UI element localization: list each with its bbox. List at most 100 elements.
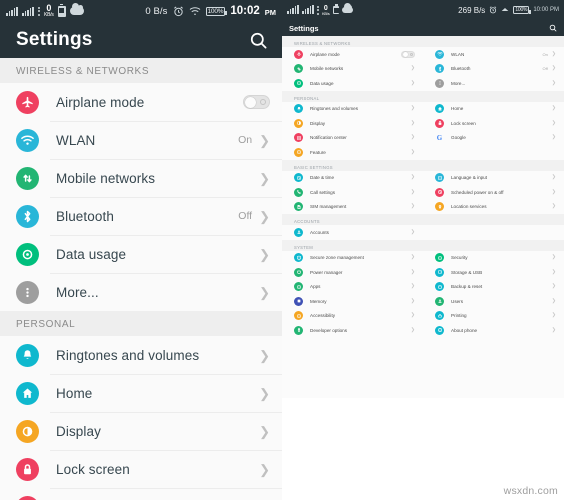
settings-row[interactable]: Printing ❯: [423, 308, 564, 323]
settings-row[interactable]: Bluetooth Off ❯: [423, 61, 564, 76]
settings-row-trailing: ❯: [411, 66, 415, 71]
settings-row-trailing: ❯: [411, 204, 415, 209]
settings-row[interactable]: Scheduled power on & off ❯: [423, 185, 564, 200]
settings-row[interactable]: Call settings ❯: [282, 185, 423, 200]
settings-row-trailing: ❯: [552, 189, 556, 195]
settings-row-label: Language & input: [451, 175, 488, 181]
chevron-right-icon: ❯: [410, 326, 415, 333]
settings-row-trailing: ❯: [552, 255, 556, 260]
settings-row[interactable]: Date & time ❯: [282, 170, 423, 185]
airplane-mode-toggle[interactable]: [401, 50, 415, 58]
settings-row[interactable]: Location services ❯: [423, 199, 564, 214]
settings-row[interactable]: Notification center❯: [0, 488, 282, 500]
settings-row[interactable]: Feature ❯: [282, 145, 423, 160]
section-header: [423, 159, 564, 171]
brightness-icon: [294, 118, 303, 128]
chevron-right-icon: ❯: [551, 203, 556, 210]
settings-row[interactable]: Mobile networks ❯: [282, 61, 423, 76]
search-icon[interactable]: [549, 24, 557, 32]
settings-row-trailing: ❯: [259, 286, 270, 299]
chevron-right-icon: ❯: [410, 283, 415, 290]
settings-row-label: Accessibility: [310, 313, 336, 319]
settings-column-right: WLAN On ❯ Bluetooth Off ❯ More... ❯ Home ❯ Lock s…: [423, 36, 564, 398]
settings-row[interactable]: Notification center❯: [282, 130, 423, 145]
settings-row[interactable]: Accounts ❯: [282, 225, 423, 240]
data-rate-unit: KB/s: [43, 12, 54, 18]
mobile-data-icon: [294, 64, 303, 74]
settings-row[interactable]: Data usage ❯: [0, 235, 282, 273]
chevron-right-icon: ❯: [259, 347, 270, 363]
settings-row[interactable]: Power manager ❯: [282, 265, 423, 280]
settings-row[interactable]: Language & input ❯: [423, 170, 564, 185]
settings-row-trailing: ❯: [411, 106, 415, 111]
settings-row[interactable]: Mobile networks ❯: [0, 159, 282, 197]
users-icon: [435, 296, 444, 306]
settings-list-compact: WIRELESS & NETWORKS Airplane mode Mobile n…: [282, 36, 564, 398]
settings-row[interactable]: Backup & reset ❯: [423, 279, 564, 294]
settings-row[interactable]: Accessibility ❯: [282, 308, 423, 323]
settings-row[interactable]: Storage & USB ❯: [423, 265, 564, 280]
settings-row[interactable]: Bluetooth Off ❯: [0, 197, 282, 235]
settings-row-label: Mobile networks: [310, 66, 344, 72]
settings-row[interactable]: Airplane mode: [0, 83, 282, 121]
settings-row[interactable]: Lock screen ❯: [423, 116, 564, 131]
settings-row[interactable]: Security ❯: [423, 250, 564, 265]
settings-row-trailing: ❯: [259, 172, 270, 185]
section-header: ACCOUNTS: [282, 214, 423, 225]
settings-row-trailing: On ❯: [238, 134, 270, 147]
developer-icon: [294, 325, 303, 335]
settings-row[interactable]: Lock screen ❯: [0, 450, 282, 488]
settings-row-trailing: ❯: [411, 229, 415, 235]
power-icon: [294, 267, 303, 277]
chevron-right-icon: ❯: [551, 79, 556, 86]
settings-row-label: Developer options: [310, 327, 348, 333]
airplane-icon: [16, 90, 39, 114]
settings-row[interactable]: Airplane mode: [282, 47, 423, 62]
security-icon: [435, 253, 444, 263]
settings-row-label: Ringtones and volumes: [56, 347, 200, 363]
settings-row-trailing: ❯: [551, 79, 556, 86]
settings-row-label: Call settings: [310, 189, 336, 195]
section-header: BASIC SETTINGS: [282, 159, 423, 171]
settings-row[interactable]: Secure zone management ❯: [282, 250, 423, 265]
settings-row[interactable]: Ringtones and volumes ❯: [0, 336, 282, 374]
settings-row[interactable]: Data usage ❯: [282, 76, 423, 91]
settings-row-label: Ringtones and volumes: [310, 106, 359, 112]
settings-row[interactable]: G Google ❯: [423, 130, 564, 145]
settings-row-label: Airplane mode: [310, 51, 340, 57]
settings-row[interactable]: Ringtones and volumes ❯: [282, 101, 423, 116]
settings-row[interactable]: More... ❯: [0, 273, 282, 311]
printing-icon: [435, 311, 444, 321]
settings-row-trailing: ❯: [410, 326, 415, 333]
settings-row[interactable]: WLAN On ❯: [0, 121, 282, 159]
section-header: [423, 239, 564, 251]
settings-row[interactable]: Developer options ❯: [282, 323, 423, 338]
bluetooth-icon: [435, 64, 444, 74]
chevron-right-icon: ❯: [259, 246, 270, 262]
settings-row[interactable]: SIM management ❯: [282, 199, 423, 214]
settings-row-label: Printing: [451, 313, 467, 319]
settings-row[interactable]: Memory ❯: [282, 294, 423, 309]
three-dots-icon: [316, 5, 319, 15]
brightness-icon: [16, 419, 39, 443]
chevron-right-icon: ❯: [410, 254, 415, 261]
settings-row[interactable]: WLAN On ❯: [423, 47, 564, 62]
settings-row-label: Backup & reset: [451, 284, 483, 290]
search-icon[interactable]: [249, 31, 268, 50]
settings-row[interactable]: Display ❯: [0, 412, 282, 450]
settings-row-trailing: Off ❯: [543, 66, 556, 72]
phone-icon: [294, 187, 303, 197]
settings-row[interactable]: More... ❯: [423, 76, 564, 91]
settings-row[interactable]: About phone ❯: [423, 323, 564, 338]
settings-row[interactable]: Home ❯: [0, 374, 282, 412]
chevron-right-icon: ❯: [551, 174, 556, 181]
settings-row-trailing: ❯: [552, 269, 556, 275]
shield-icon: [294, 253, 303, 263]
airplane-mode-toggle[interactable]: [243, 95, 270, 109]
settings-row[interactable]: Apps ❯: [282, 279, 423, 294]
chevron-right-icon: ❯: [410, 174, 415, 181]
settings-row[interactable]: Home ❯: [423, 101, 564, 116]
settings-row[interactable]: Display ❯: [282, 116, 423, 131]
lock-icon: [435, 118, 444, 128]
settings-row[interactable]: Users ❯: [423, 294, 564, 309]
